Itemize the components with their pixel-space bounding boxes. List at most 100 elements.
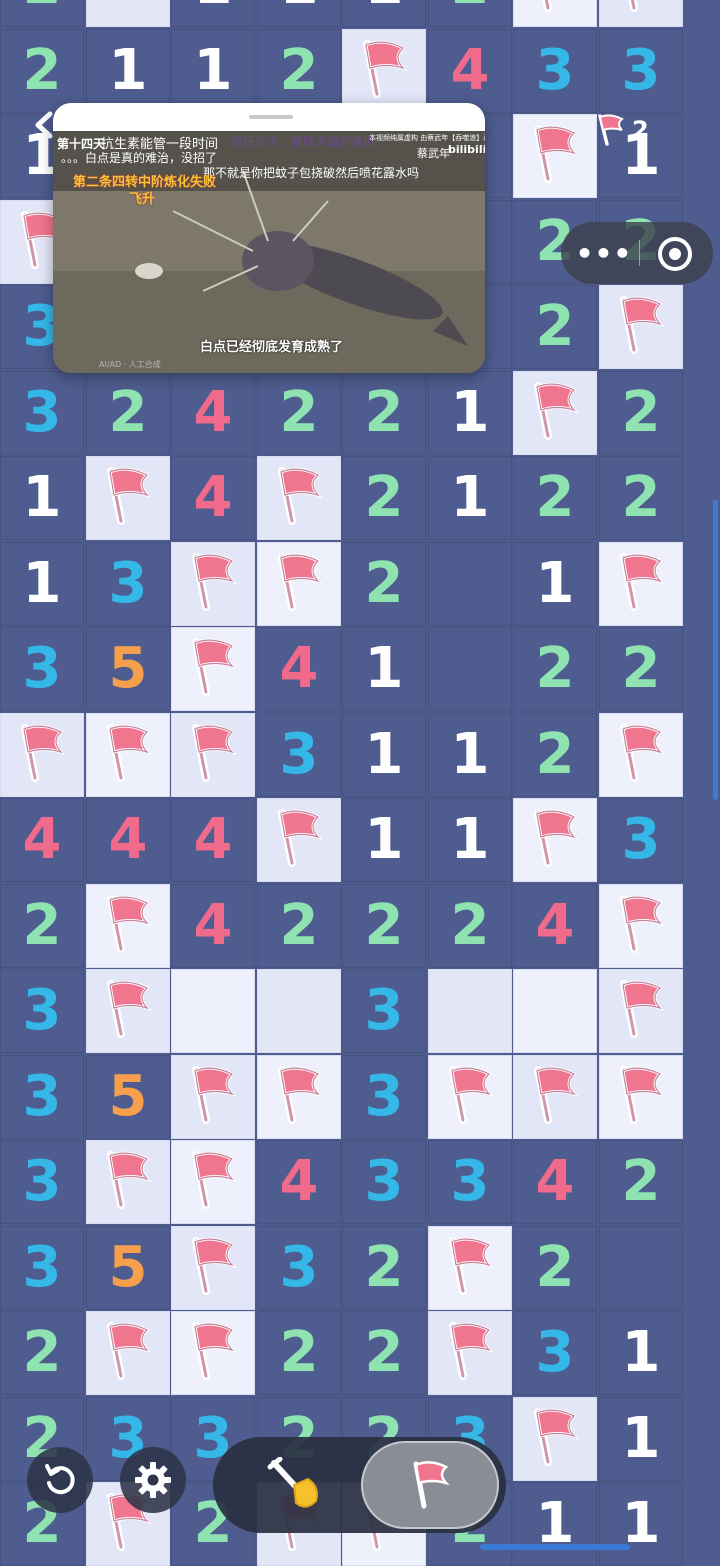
number-cell[interactable]: 1	[599, 1311, 683, 1395]
number-cell[interactable]: 3	[0, 1140, 84, 1224]
number-cell[interactable]: 1	[0, 542, 84, 626]
covered-cell[interactable]	[171, 969, 255, 1053]
close-target-icon[interactable]	[653, 232, 697, 276]
number-cell[interactable]: 2	[257, 884, 341, 968]
floating-video-player[interactable]: 第十四天 抗生素能管一段时间 热玩乐手，猫咪天赋的攫撷 本视频纯属虚构 由蔡武年…	[53, 103, 485, 373]
number-cell[interactable]: 3	[428, 1140, 512, 1224]
covered-cell[interactable]	[86, 0, 170, 27]
flagged-cell[interactable]	[171, 1055, 255, 1139]
number-cell[interactable]: 2	[342, 542, 426, 626]
flagged-cell[interactable]	[86, 713, 170, 797]
number-cell[interactable]: 3	[257, 713, 341, 797]
number-cell[interactable]: 4	[171, 456, 255, 540]
number-cell[interactable]: 2	[599, 1140, 683, 1224]
number-cell[interactable]: 2	[599, 456, 683, 540]
number-cell[interactable]: 1	[342, 627, 426, 711]
flagged-cell[interactable]	[428, 1055, 512, 1139]
number-cell[interactable]: 2	[86, 371, 170, 455]
number-cell[interactable]: 1	[342, 798, 426, 882]
flagged-cell[interactable]	[171, 542, 255, 626]
flagged-cell[interactable]	[86, 969, 170, 1053]
number-cell[interactable]: 2	[257, 371, 341, 455]
number-cell[interactable]: 2	[599, 627, 683, 711]
flagged-cell[interactable]	[86, 456, 170, 540]
number-cell[interactable]: 3	[0, 627, 84, 711]
video-frame[interactable]: 第十四天 抗生素能管一段时间 热玩乐手，猫咪天赋的攫撷 本视频纯属虚构 由蔡武年…	[53, 131, 485, 373]
number-cell[interactable]: 2	[0, 1311, 84, 1395]
dig-tool-button[interactable]	[239, 1447, 349, 1523]
flagged-cell[interactable]	[257, 456, 341, 540]
number-cell[interactable]: 2	[257, 29, 341, 113]
number-cell[interactable]: 4	[171, 798, 255, 882]
number-cell[interactable]: 1	[86, 29, 170, 113]
number-cell[interactable]: 1	[171, 0, 255, 27]
number-cell[interactable]: 4	[171, 884, 255, 968]
number-cell[interactable]: 5	[86, 1226, 170, 1310]
number-cell[interactable]: 2	[428, 0, 512, 27]
number-cell[interactable]: 3	[257, 1226, 341, 1310]
flagged-cell[interactable]	[513, 1397, 597, 1481]
number-cell[interactable]: 4	[428, 29, 512, 113]
number-cell[interactable]: 2	[0, 0, 84, 27]
number-cell[interactable]: 3	[342, 1140, 426, 1224]
number-cell[interactable]: 2	[342, 1311, 426, 1395]
number-cell[interactable]: 1	[513, 542, 597, 626]
number-cell[interactable]: 2	[342, 456, 426, 540]
flagged-cell[interactable]	[428, 1311, 512, 1395]
number-cell[interactable]: 1	[599, 1482, 683, 1566]
number-cell[interactable]: 2	[513, 456, 597, 540]
vertical-scrollbar[interactable]	[713, 500, 718, 800]
number-cell[interactable]: 2	[428, 884, 512, 968]
number-cell[interactable]: 2	[257, 1311, 341, 1395]
number-cell[interactable]: 1	[428, 456, 512, 540]
number-cell[interactable]: 1	[428, 798, 512, 882]
number-cell[interactable]: 2	[513, 1226, 597, 1310]
flagged-cell[interactable]	[0, 713, 84, 797]
number-cell[interactable]: 4	[171, 371, 255, 455]
number-cell[interactable]: 4	[0, 798, 84, 882]
number-cell[interactable]: 1	[257, 0, 341, 27]
number-cell[interactable]: 1	[0, 456, 84, 540]
flagged-cell[interactable]	[599, 542, 683, 626]
number-cell[interactable]: 1	[342, 713, 426, 797]
number-cell[interactable]: 3	[513, 29, 597, 113]
flagged-cell[interactable]	[86, 1311, 170, 1395]
flagged-cell[interactable]	[599, 0, 683, 27]
number-cell[interactable]: 2	[599, 371, 683, 455]
covered-cell[interactable]	[513, 969, 597, 1053]
video-drag-handle[interactable]	[53, 103, 485, 131]
flagged-cell[interactable]	[599, 884, 683, 968]
number-cell[interactable]: 4	[513, 884, 597, 968]
number-cell[interactable]: 4	[257, 627, 341, 711]
number-cell[interactable]: 3	[0, 1226, 84, 1310]
number-cell[interactable]: 1	[428, 371, 512, 455]
number-cell[interactable]: 5	[86, 1055, 170, 1139]
empty-cell[interactable]	[428, 542, 512, 626]
covered-cell[interactable]	[257, 969, 341, 1053]
number-cell[interactable]: 3	[0, 1055, 84, 1139]
flagged-cell[interactable]	[86, 1140, 170, 1224]
flagged-cell[interactable]	[257, 1055, 341, 1139]
flagged-cell[interactable]	[171, 627, 255, 711]
number-cell[interactable]: 1	[428, 713, 512, 797]
flagged-cell[interactable]	[428, 1226, 512, 1310]
flagged-cell[interactable]	[257, 798, 341, 882]
number-cell[interactable]: 2	[0, 884, 84, 968]
number-cell[interactable]: 5	[86, 627, 170, 711]
number-cell[interactable]: 3	[86, 542, 170, 626]
empty-cell[interactable]	[428, 627, 512, 711]
flagged-cell[interactable]	[599, 285, 683, 369]
number-cell[interactable]: 1	[513, 1482, 597, 1566]
flag-tool-button[interactable]	[361, 1441, 499, 1529]
number-cell[interactable]: 2	[342, 884, 426, 968]
flagged-cell[interactable]	[513, 798, 597, 882]
flagged-cell[interactable]	[342, 29, 426, 113]
flagged-cell[interactable]	[513, 0, 597, 27]
flagged-cell[interactable]	[171, 1140, 255, 1224]
number-cell[interactable]: 3	[599, 29, 683, 113]
number-cell[interactable]: 4	[257, 1140, 341, 1224]
number-cell[interactable]: 1	[171, 29, 255, 113]
empty-cell[interactable]	[599, 1226, 683, 1310]
flagged-cell[interactable]	[513, 1055, 597, 1139]
number-cell[interactable]: 4	[86, 798, 170, 882]
